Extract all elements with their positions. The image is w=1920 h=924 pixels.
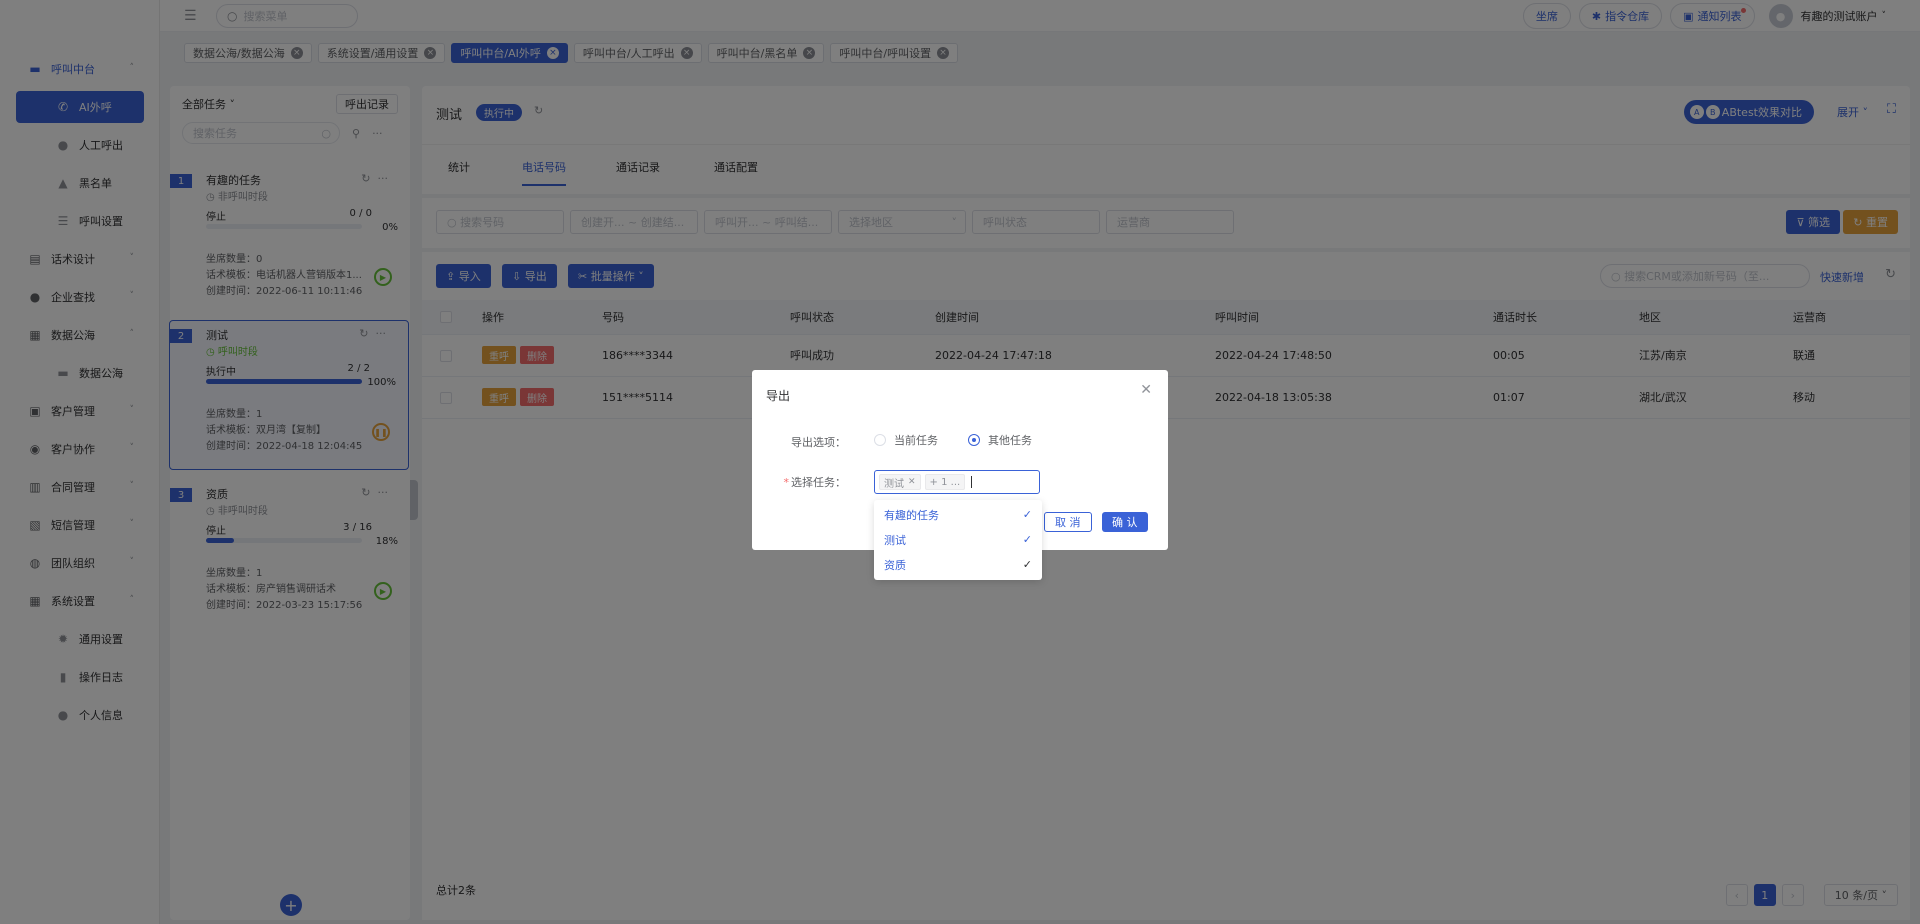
task-select-dropdown: 有趣的任务 ✓ 测试 ✓ 资质 ✓ (874, 500, 1042, 580)
option-label: 测试 (884, 533, 906, 547)
radio-label: 其他任务 (988, 434, 1032, 447)
radio-circle-checked (968, 434, 980, 446)
close-icon[interactable]: ✕ (908, 477, 916, 487)
cancel-button[interactable]: 取 消 (1044, 512, 1092, 532)
radio-other-task[interactable]: 其他任务 (968, 432, 1032, 448)
app-root: ▬呼叫中台˄ ✆AI外呼 ●人工呼出 ▲黑名单 ☰呼叫设置 ▤话术设计˅ ●企业… (0, 0, 1920, 924)
required-mark: * (783, 476, 790, 489)
radio-label: 当前任务 (894, 434, 938, 447)
dialog-title: 导出 (766, 389, 791, 403)
dropdown-option[interactable]: 测试 ✓ (874, 527, 1042, 552)
select-task-label: * 选择任务： (784, 474, 847, 490)
check-icon: ✓ (1022, 533, 1032, 546)
radio-current-task[interactable]: 当前任务 (874, 432, 938, 448)
option-label: 资质 (884, 558, 906, 572)
confirm-button[interactable]: 确 认 (1102, 512, 1148, 532)
task-multi-select[interactable]: 测试 ✕ + 1 ... (874, 470, 1040, 494)
text-caret (971, 476, 973, 488)
selected-tag: 测试 ✕ (879, 474, 921, 490)
radio-circle (874, 434, 886, 446)
selected-tag-label: 测试 (884, 478, 904, 490)
dropdown-option[interactable]: 资质 ✓ (874, 552, 1042, 577)
option-label: 有趣的任务 (884, 508, 939, 522)
dropdown-option[interactable]: 有趣的任务 ✓ (874, 502, 1042, 527)
check-icon: ✓ (1022, 558, 1032, 571)
select-task-label-text: 选择任务： (791, 476, 846, 489)
more-tag: + 1 ... (924, 474, 966, 490)
close-icon[interactable]: ✕ (1140, 382, 1152, 398)
export-option-label: 导出选项： (791, 436, 846, 449)
check-icon: ✓ (1022, 508, 1032, 521)
